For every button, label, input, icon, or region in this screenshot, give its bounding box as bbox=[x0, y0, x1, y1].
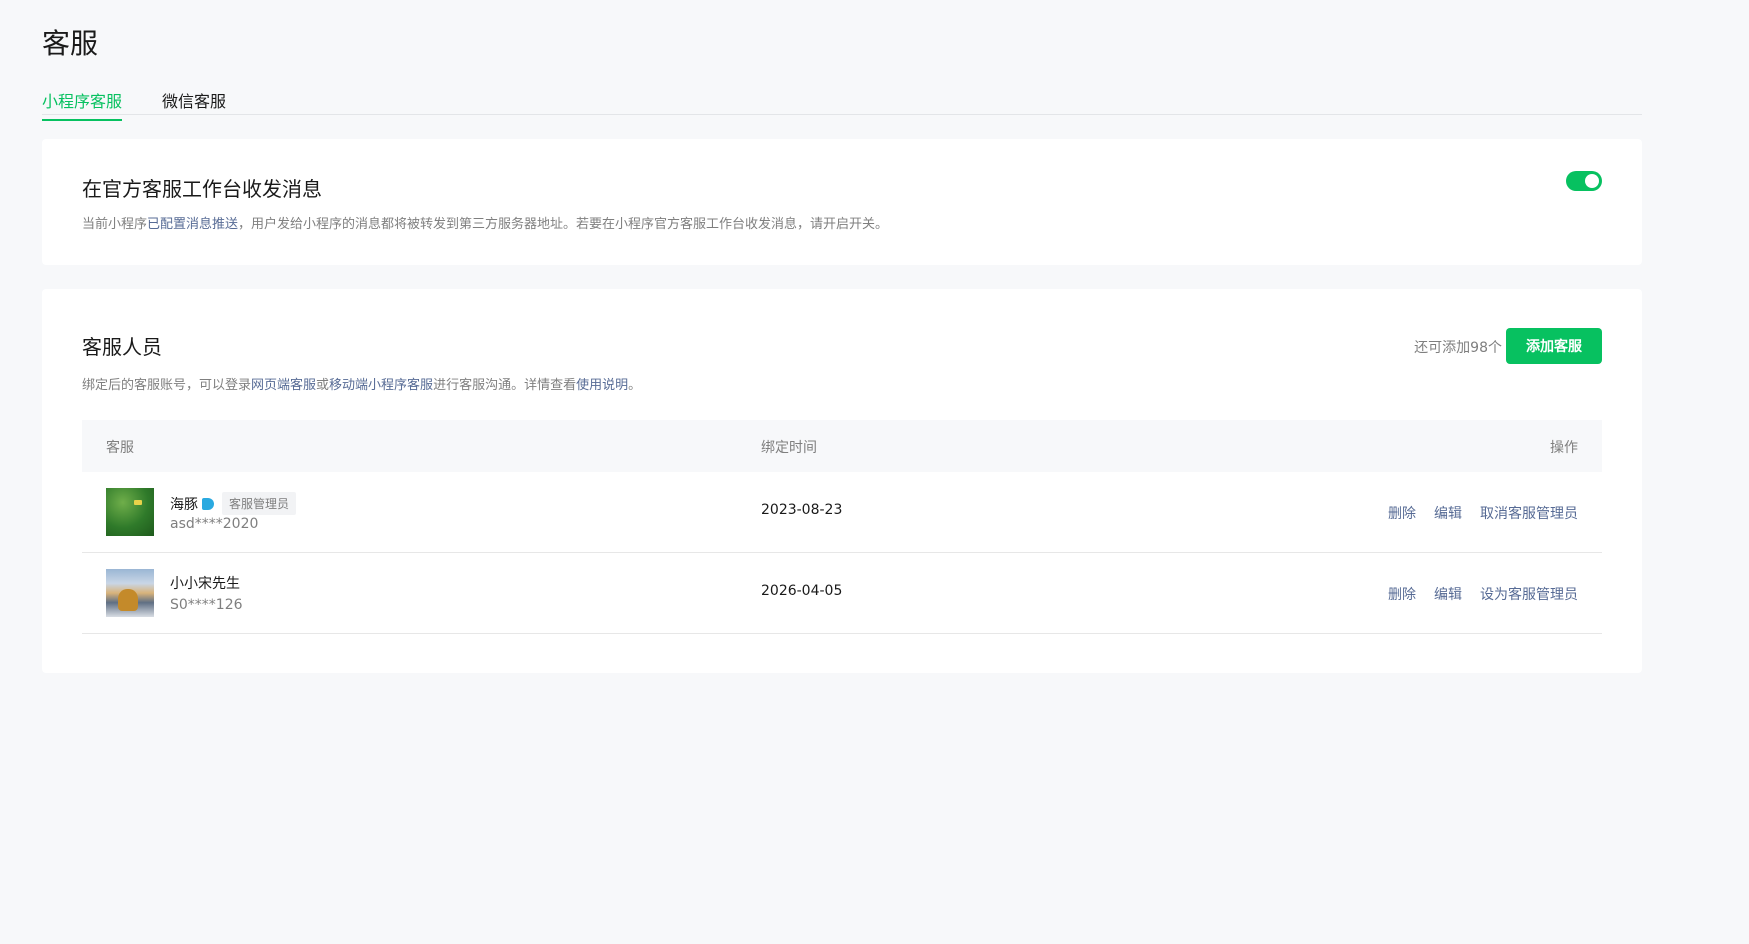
toggle-knob bbox=[1585, 174, 1599, 188]
staff-card: 客服人员 绑定后的客服账号，可以登录网页端客服或移动端小程序客服进行客服沟通。详… bbox=[42, 289, 1642, 673]
mobile-service-link[interactable]: 移动端小程序客服 bbox=[329, 378, 433, 393]
description-text-3: 进行客服沟通。详情查看 bbox=[433, 378, 577, 393]
message-settings-card: 在官方客服工作台收发消息 当前小程序已配置消息推送，用户发给小程序的消息都将被转… bbox=[42, 139, 1642, 265]
header-bind-time: 绑定时间 bbox=[761, 440, 817, 456]
row-actions: 删除 编辑 设为客服管理员 bbox=[1370, 584, 1578, 604]
avatar-detail bbox=[118, 589, 138, 611]
staff-name-line: 海豚 客服管理员 bbox=[170, 492, 297, 515]
staff-name-line: 小小宋先生 bbox=[170, 573, 240, 593]
staff-table: 客服 绑定时间 操作 海豚 客服管理员 asd****2020 2023-08-… bbox=[82, 420, 1602, 634]
delete-button[interactable]: 删除 bbox=[1388, 503, 1416, 523]
web-service-link[interactable]: 网页端客服 bbox=[251, 378, 316, 393]
verified-badge-icon bbox=[202, 497, 214, 510]
staff-section-title: 客服人员 bbox=[82, 335, 162, 359]
row-actions: 删除 编辑 取消客服管理员 bbox=[1370, 503, 1578, 523]
header-staff: 客服 bbox=[106, 440, 134, 456]
description-suffix: ，用户发给小程序的消息都将被转发到第三方服务器地址。若要在小程序官方客服工作台收… bbox=[238, 217, 889, 232]
tab-wechat-service[interactable]: 微信客服 bbox=[162, 88, 226, 119]
staff-name: 小小宋先生 bbox=[170, 576, 240, 592]
tab-bar: 小程序客服 微信客服 bbox=[42, 84, 1642, 121]
message-settings-description: 当前小程序已配置消息推送，用户发给小程序的消息都将被转发到第三方服务器地址。若要… bbox=[82, 213, 888, 232]
page-title: 客服 bbox=[42, 27, 99, 60]
delete-button[interactable]: 删除 bbox=[1388, 584, 1416, 604]
edit-button[interactable]: 编辑 bbox=[1434, 584, 1462, 604]
role-tag: 客服管理员 bbox=[222, 492, 297, 515]
avatar bbox=[106, 488, 154, 536]
bind-time: 2023-08-23 bbox=[761, 502, 843, 518]
help-link[interactable]: 使用说明 bbox=[576, 378, 628, 393]
description-text-1: 绑定后的客服账号，可以登录 bbox=[82, 378, 252, 393]
avatar bbox=[106, 569, 154, 617]
message-settings-title: 在官方客服工作台收发消息 bbox=[82, 177, 322, 201]
message-workbench-toggle[interactable] bbox=[1566, 171, 1602, 191]
description-text-4: 。 bbox=[628, 378, 642, 393]
tab-mini-program-service[interactable]: 小程序客服 bbox=[42, 88, 123, 121]
staff-section-description: 绑定后的客服账号，可以登录网页端客服或移动端小程序客服进行客服沟通。详情查看使用… bbox=[82, 374, 641, 393]
bind-time: 2026-04-05 bbox=[761, 583, 843, 599]
description-prefix: 当前小程序 bbox=[82, 217, 148, 232]
staff-name: 海豚 bbox=[170, 496, 198, 513]
message-push-link[interactable]: 已配置消息推送 bbox=[147, 217, 238, 232]
table-row: 小小宋先生 S0****126 2026-04-05 删除 编辑 设为客服管理员 bbox=[82, 553, 1602, 634]
staff-account: S0****126 bbox=[170, 597, 243, 613]
edit-button[interactable]: 编辑 bbox=[1434, 503, 1462, 523]
add-staff-button[interactable]: 添加客服 bbox=[1506, 328, 1602, 364]
description-text-2: 或 bbox=[316, 378, 330, 393]
remaining-count: 还可添加98个 bbox=[1414, 340, 1502, 356]
set-admin-button[interactable]: 设为客服管理员 bbox=[1480, 584, 1578, 604]
avatar-detail bbox=[134, 500, 142, 505]
table-row: 海豚 客服管理员 asd****2020 2023-08-23 删除 编辑 取消… bbox=[82, 472, 1602, 553]
cancel-admin-button[interactable]: 取消客服管理员 bbox=[1480, 503, 1578, 523]
staff-account: asd****2020 bbox=[170, 516, 259, 532]
table-header: 客服 绑定时间 操作 bbox=[82, 420, 1602, 472]
header-actions: 操作 bbox=[1550, 440, 1578, 456]
